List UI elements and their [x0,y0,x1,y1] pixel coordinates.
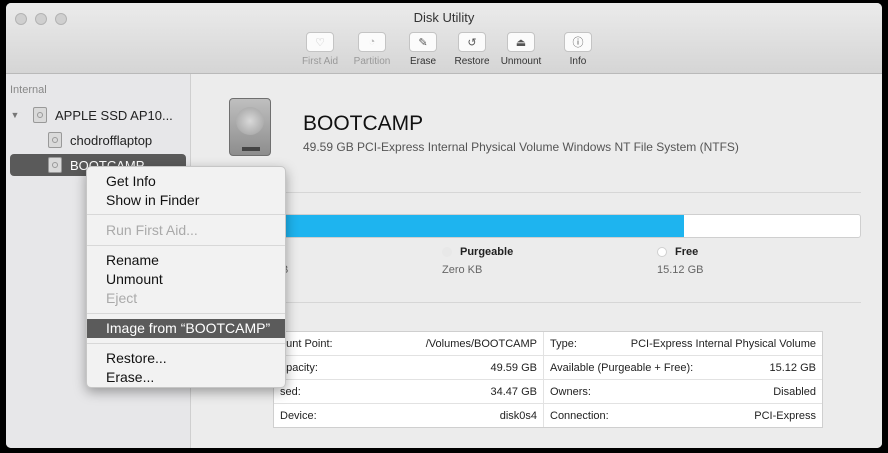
restore-label: Restore [454,56,490,67]
menu-item-erase[interactable]: Erase... [87,368,285,387]
window-title: Disk Utility [413,10,475,25]
legend-free: Free 15.12 GB [657,246,703,276]
erase-label: Erase [409,56,437,67]
disclosure-triangle-icon[interactable]: ▼ [9,110,21,120]
menu-separator [87,214,285,215]
legend-purgeable: Purgeable Zero KB [442,246,513,276]
info-label: Type: [550,337,577,350]
info-label: Info [569,56,587,67]
table-row: Device: disk0s4 Connection: PCI-Express [274,404,822,427]
volume-disk-icon [48,157,62,173]
info-label: Device: [280,409,317,422]
info-button[interactable]: ⓘ Info [563,32,593,67]
first-aid-label: First Aid [301,56,339,67]
sidebar-item-apple-ssd[interactable]: ▼ APPLE SSD AP10... [6,104,190,126]
menu-item-get-info[interactable]: Get Info [87,172,285,191]
info-value: PCI-Express Internal Physical Volume [630,337,816,350]
volume-name: BOOTCAMP [303,112,424,135]
partition-label: Partition [353,56,391,67]
menu-separator [87,245,285,246]
erase-button[interactable]: ✎ Erase [406,32,440,67]
menu-item-rename[interactable]: Rename [87,251,285,270]
info-label: ount Point: [280,337,333,350]
divider [281,302,861,303]
hard-drive-icon [229,98,271,156]
menu-item-restore[interactable]: Restore... [87,349,285,368]
internal-disk-icon [33,107,47,123]
volume-detail-pane: BOOTCAMP 49.59 GB PCI-Express Internal P… [191,74,882,448]
disk-utility-window: Disk Utility ♡ First Aid ◔ Partition ✎ E… [6,3,882,448]
table-row: ount Point: /Volumes/BOOTCAMP Type: PCI-Ex… [274,332,822,356]
info-icon: ⓘ [564,32,592,52]
sidebar-section-internal: Internal [10,84,47,96]
purgeable-label: Purgeable [460,246,514,258]
unmount-label: Unmount [500,56,542,67]
unmount-button[interactable]: ⏏ Unmount [496,32,546,67]
usage-bar-used [282,215,684,237]
menu-item-show-in-finder[interactable]: Show in Finder [87,191,285,210]
menu-separator [87,313,285,314]
menu-item-run-first-aid: Run First Aid... [106,222,198,238]
info-value: PCI-Express [754,409,816,422]
info-value: /Volumes/BOOTCAMP [425,337,537,350]
menu-item-eject: Eject [106,290,138,306]
menu-item-unmount[interactable]: Unmount [87,270,285,289]
volume-info-table: ount Point: /Volumes/BOOTCAMP Type: PCI-Ex… [273,331,823,428]
table-row: sed: 34.47 GB Owners: Disabled [274,380,822,404]
table-row: apacity: 49.59 GB Available (Purgeable + … [274,356,822,380]
info-label: Connection: [550,409,609,422]
menu-separator [87,343,285,344]
info-label: Owners: [550,385,591,398]
menu-item-image-from-bootcamp[interactable]: Image from “BOOTCAMP” [87,319,285,338]
sidebar-item-chodrofflaptop[interactable]: chodrofflaptop [6,129,190,151]
info-value: 49.59 GB [490,361,537,374]
divider [281,192,861,193]
erase-icon: ✎ [409,32,437,52]
purgeable-value: Zero KB [442,264,483,276]
restore-icon: ↺ [458,32,486,52]
info-value: disk0s4 [499,409,537,422]
volume-description: 49.59 GB PCI-Express Internal Physical V… [303,140,739,154]
toolbar: ♡ First Aid ◔ Partition ✎ Erase ↺ Restor… [6,32,882,70]
unmount-icon: ⏏ [507,32,535,52]
purgeable-swatch [442,247,452,257]
info-value: 15.12 GB [769,361,816,374]
volume-disk-icon [48,132,62,148]
context-menu: Get Info Show in Finder Run First Aid...… [86,166,286,388]
partition-pie-icon: ◔ [358,32,386,52]
info-value: 34.47 GB [490,385,537,398]
info-value: Disabled [773,385,816,398]
free-label: Free [675,246,699,258]
restore-button[interactable]: ↺ Restore [452,32,492,67]
usage-bar [281,214,861,238]
title-bar: Disk Utility ♡ First Aid ◔ Partition ✎ E… [6,3,882,74]
first-aid-button[interactable]: ♡ First Aid [296,32,344,67]
free-swatch [657,247,667,257]
free-value: 15.12 GB [657,264,704,276]
sidebar-item-label: chodrofflaptop [70,132,153,148]
stethoscope-icon: ♡ [306,32,334,52]
partition-button[interactable]: ◔ Partition [346,32,398,67]
info-label: Available (Purgeable + Free): [550,361,694,374]
sidebar-item-label: APPLE SSD AP10... [55,107,173,123]
